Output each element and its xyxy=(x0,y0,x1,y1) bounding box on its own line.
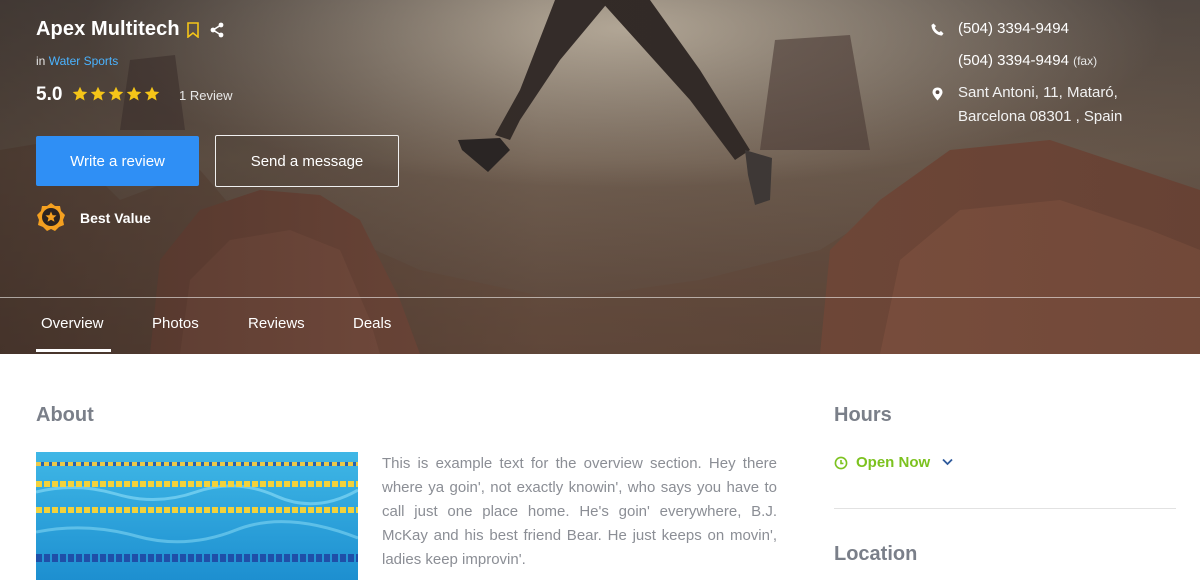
medal-star-icon xyxy=(37,203,65,231)
hero-banner: Apex Multitech in Water Sports 5.0 1 Rev… xyxy=(0,0,1200,354)
star-icon xyxy=(72,86,88,101)
business-name: Apex Multitech xyxy=(36,18,180,40)
category-link[interactable]: Water Sports xyxy=(49,54,119,68)
fax-suffix: (fax) xyxy=(1073,54,1098,68)
fax-number-value: (504) 3394-9494 xyxy=(958,52,1069,69)
phone-icon xyxy=(931,23,944,36)
rating-stars xyxy=(72,84,160,106)
category-line: in Water Sports xyxy=(36,54,118,68)
rating-score: 5.0 xyxy=(36,84,63,105)
hours-divider xyxy=(834,508,1176,509)
badge-label: Best Value xyxy=(80,210,151,226)
about-heading: About xyxy=(36,404,94,426)
address-line-1: Sant Antoni, 11, Mataró, xyxy=(958,84,1118,101)
tab-reviews[interactable]: Reviews xyxy=(248,315,305,332)
star-icon xyxy=(144,86,160,101)
star-icon xyxy=(126,86,142,101)
tab-photos[interactable]: Photos xyxy=(152,315,199,332)
tabs-divider xyxy=(0,297,1200,298)
review-count-link[interactable]: 1 Review xyxy=(179,88,232,103)
phone-number[interactable]: (504) 3394-9494 xyxy=(958,20,1069,37)
bookmark-icon[interactable] xyxy=(186,22,200,38)
map-pin-icon xyxy=(932,87,943,101)
send-message-button[interactable]: Send a message xyxy=(215,135,399,187)
share-icon[interactable] xyxy=(209,22,225,38)
star-icon xyxy=(108,86,124,101)
tab-deals[interactable]: Deals xyxy=(353,315,391,332)
write-review-button[interactable]: Write a review xyxy=(36,136,199,186)
clock-icon xyxy=(834,456,848,470)
open-now-status[interactable]: Open Now xyxy=(856,454,930,471)
location-heading: Location xyxy=(834,543,918,565)
fax-number: (504) 3394-9494 (fax) xyxy=(958,52,1097,69)
category-prefix: in xyxy=(36,54,46,68)
active-tab-indicator xyxy=(36,349,111,352)
pool-lanes-image xyxy=(36,452,358,580)
tab-overview[interactable]: Overview xyxy=(41,315,104,332)
star-icon xyxy=(90,86,106,101)
address-line-2: Barcelona 08301 , Spain xyxy=(958,108,1123,125)
chevron-down-icon[interactable] xyxy=(941,457,954,467)
about-description: This is example text for the overview se… xyxy=(382,455,777,568)
hours-heading: Hours xyxy=(834,404,892,426)
